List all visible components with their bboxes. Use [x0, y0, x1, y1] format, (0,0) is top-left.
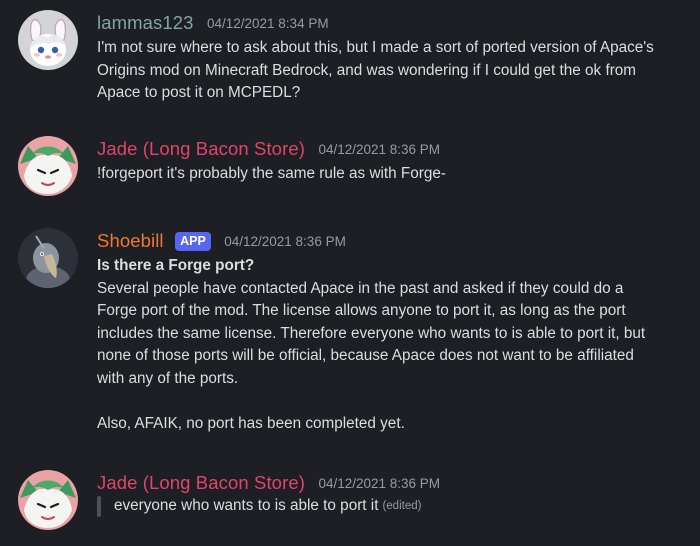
message-line: I'm not sure where to ask about this, bu… — [97, 39, 654, 56]
username[interactable]: Jade (Long Bacon Store) — [97, 472, 305, 493]
green-dragon-avatar-icon[interactable] — [18, 470, 78, 530]
timestamp: 04/12/2021 8:36 PM — [224, 233, 346, 249]
quote-bar — [97, 495, 101, 517]
quote-block: everyone who wants to is able to port it… — [97, 495, 687, 518]
message-line: none of those ports will be official, be… — [97, 347, 634, 365]
timestamp: 04/12/2021 8:36 PM — [318, 475, 441, 491]
shoebill-bird-avatar-icon[interactable] — [18, 228, 78, 288]
username[interactable]: lammas123 — [97, 12, 194, 33]
timestamp: 04/12/2021 8:34 PM — [206, 15, 329, 31]
green-dragon-avatar-icon[interactable] — [18, 136, 78, 196]
message-line: Several people have contacted Apace in t… — [97, 279, 624, 297]
embed-question: Is there a Forge port? — [97, 257, 255, 274]
message-line: Also, AFAIK, no port has been completed … — [97, 414, 405, 432]
username[interactable]: Jade (Long Bacon Store) — [97, 138, 305, 159]
message-line: !forgeport it's probably the same rule a… — [97, 165, 446, 182]
chat-messages: lammas123 04/12/2021 8:34 PM I'm not sur… — [0, 0, 700, 546]
edited-label: (edited) — [382, 500, 422, 512]
message-content: I'm not sure where to ask about this, bu… — [97, 37, 687, 105]
quote-text: everyone who wants to is able to port it — [114, 497, 379, 514]
message-line: includes the same license. Therefore eve… — [97, 324, 646, 342]
white-bunny-avatar-icon[interactable] — [18, 10, 78, 70]
message-content: Is there a Forge port? Several people ha… — [97, 255, 687, 435]
username[interactable]: Shoebill — [97, 230, 164, 251]
app-badge: APP — [175, 231, 211, 251]
timestamp: 04/12/2021 8:36 PM — [318, 141, 441, 157]
message-content: everyone who wants to is able to port it… — [97, 495, 687, 518]
message-line: Origins mod on Minecraft Bedrock, and wa… — [97, 61, 637, 79]
message-line: Apace to post it on MCPEDL? — [97, 84, 301, 102]
message-line: with any of the ports. — [97, 369, 239, 387]
message-line: Forge port of the mod. The license allow… — [97, 302, 626, 320]
message-content: !forgeport it's probably the same rule a… — [97, 163, 687, 186]
